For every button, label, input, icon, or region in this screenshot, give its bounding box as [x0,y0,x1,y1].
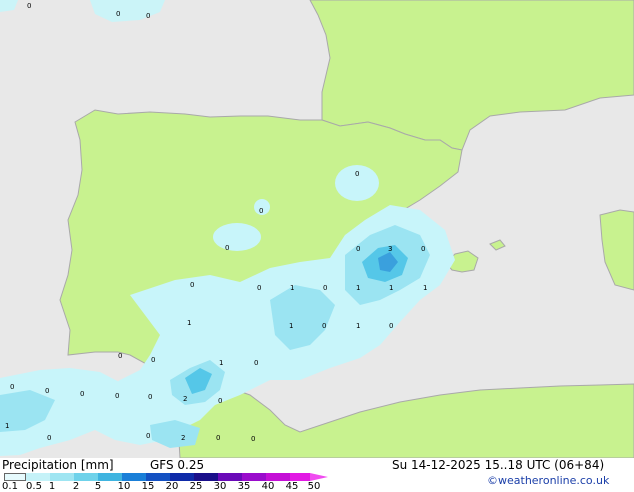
colorbar-segment [218,473,242,481]
site-credit[interactable]: ©weatheronline.co.uk [487,474,609,487]
map-label: 0 [116,10,120,18]
legend-label: 20 [165,481,179,492]
map-label: 0 [115,392,119,400]
colorbar-segment [50,473,74,481]
colorbar-segment [74,473,98,481]
map-label: 0 [251,435,255,443]
map-label: 0 [146,12,150,20]
legend-label: 45 [285,481,299,492]
map-label: 1 [219,359,223,367]
precipitation-map: 0 0 0 0 0 0 0 3 0 0 0 1 0 1 1 1 1 1 0 1 … [0,0,634,458]
map-label: 0 [421,245,425,253]
map-label: 0 [218,397,222,405]
map-label: 1 [423,284,427,292]
map-label: 0 [80,390,84,398]
legend-label: 25 [189,481,203,492]
map-label: 0 [190,281,194,289]
map-label: 0 [389,322,393,330]
colorbar-segment [146,473,170,481]
map-label: 1 [356,322,360,330]
colorbar-segment [242,473,266,481]
map-label: 0 [45,387,49,395]
map-label: 0 [254,359,258,367]
legend-label: 1 [48,481,56,492]
map-label: 1 [5,422,9,430]
legend-label: 2 [72,481,80,492]
colorbar-segment [4,473,26,481]
map-label: 0 [356,245,360,253]
map-label: 3 [388,245,392,253]
legend-label: 35 [237,481,251,492]
map-label: 0 [323,284,327,292]
colorbar-segment [290,473,310,481]
legend-label: 30 [213,481,227,492]
colorbar-segment [266,473,290,481]
colorbar-segment [194,473,218,481]
map-label: 1 [290,284,294,292]
map-label: 0 [355,170,359,178]
valid-datetime: Su 14-12-2025 15..18 UTC (06+84) [392,458,605,472]
colorbar-segment [170,473,194,481]
map-label: 2 [181,434,185,442]
map-label: 0 [47,434,51,442]
legend-label: 10 [117,481,131,492]
map-label: 2 [183,395,187,403]
colorbar-segment [122,473,146,481]
map-label: 1 [187,319,191,327]
map-label: 0 [151,356,155,364]
legend-label: 50 [307,481,321,492]
map-label: 0 [118,352,122,360]
map-label: 1 [289,322,293,330]
colorbar-segment [26,473,50,481]
map-label: 1 [356,284,360,292]
map-label: 0 [216,434,220,442]
map-label: 0 [10,383,14,391]
map-label: 0 [322,322,326,330]
legend-label: 40 [261,481,275,492]
map-label: 0 [257,284,261,292]
map-label: 0 [27,2,31,10]
legend-label: 5 [94,481,102,492]
legend-label: 0.1 [2,481,18,492]
map-label: 0 [259,207,263,215]
map-label: 1 [389,284,393,292]
colorbar-segment [98,473,122,481]
map-label: 0 [148,393,152,401]
model-name: GFS 0.25 [150,458,205,472]
map-title: Precipitation [mm] [2,458,114,472]
map-label: 0 [146,432,150,440]
map-label: 0 [225,244,229,252]
legend-label: 15 [141,481,155,492]
